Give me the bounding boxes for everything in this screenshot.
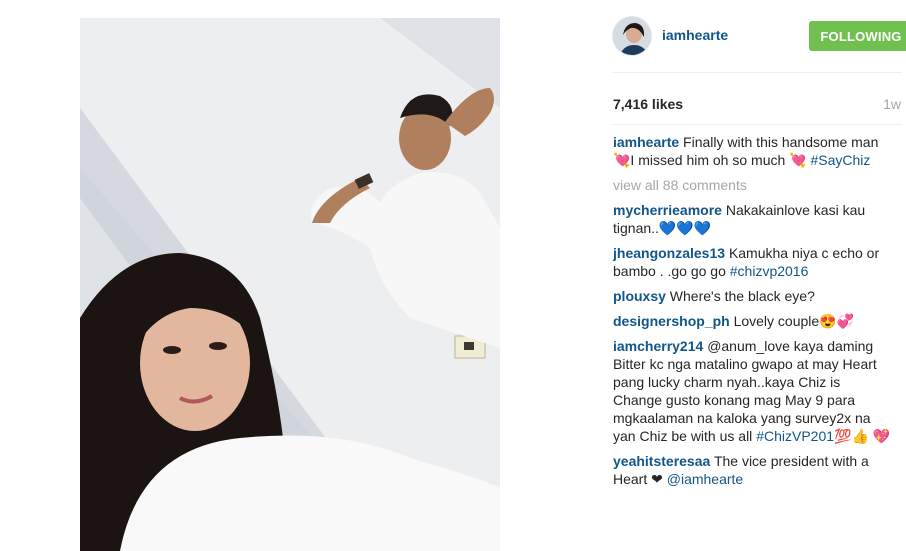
comment-item: jheangonzales13 Kamukha niya c echo or b…: [613, 244, 893, 280]
comment-username[interactable]: mycherrieamore: [613, 202, 722, 218]
caption: iamhearte Finally with this handsome man…: [613, 133, 893, 169]
comment-item: yeahitsteresaa The vice president with a…: [613, 452, 893, 488]
likes-divider: [612, 124, 902, 125]
comment-username[interactable]: yeahitsteresaa: [613, 453, 710, 469]
comment-hashtag[interactable]: #ChizVP201💯👍 💖: [756, 428, 890, 444]
post-header: iamhearte FOLLOWING: [612, 16, 906, 56]
comment-username[interactable]: designershop_ph: [613, 313, 730, 329]
view-all-comments-link[interactable]: view all 88 comments: [613, 176, 893, 194]
likes-count[interactable]: 7,416 likes: [613, 96, 683, 112]
following-button[interactable]: FOLLOWING: [809, 21, 906, 51]
comment-item: iamcherry214 @anum_love kaya daming Bitt…: [613, 337, 893, 445]
comment-mention[interactable]: @iamhearte: [667, 471, 743, 487]
avatar[interactable]: [612, 16, 652, 56]
comment-item: mycherrieamore Nakakainlove kasi kau tig…: [613, 201, 893, 237]
caption-hashtag[interactable]: #SayChiz: [810, 152, 870, 168]
post-age[interactable]: 1w: [883, 96, 901, 112]
comment-username[interactable]: plouxsy: [613, 288, 666, 304]
header-divider: [612, 72, 902, 73]
caption-username[interactable]: iamhearte: [613, 134, 679, 150]
username-link[interactable]: iamhearte: [662, 27, 728, 43]
comment-text: Where's the black eye?: [669, 288, 815, 304]
comment-hashtag[interactable]: #chizvp2016: [730, 263, 809, 279]
avatar-image: [613, 17, 651, 55]
comments-list: iamhearte Finally with this handsome man…: [613, 133, 893, 495]
selfie-image: [80, 18, 500, 551]
comment-username[interactable]: iamcherry214: [613, 338, 703, 354]
post-sidebar: iamhearte FOLLOWING 7,416 likes 1w iamhe…: [600, 0, 906, 551]
comment-text: Lovely couple😍💞: [733, 313, 855, 329]
comment-username[interactable]: jheangonzales13: [613, 245, 725, 261]
comment-item: designershop_ph Lovely couple😍💞: [613, 312, 893, 330]
post-photo[interactable]: [80, 18, 500, 551]
comment-item: plouxsy Where's the black eye?: [613, 287, 893, 305]
